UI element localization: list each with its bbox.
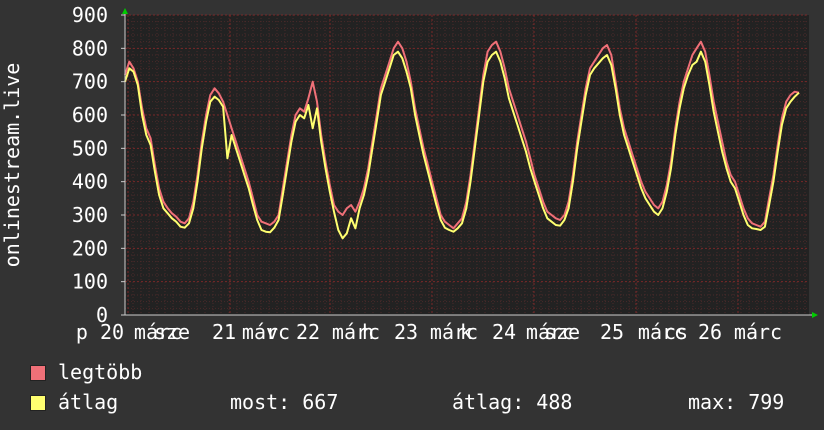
- x-tick-label: 25: [600, 320, 624, 344]
- y-tick-label: 400: [72, 170, 108, 194]
- x-tick-label: k: [460, 320, 472, 344]
- legend-swatch-avg: [30, 395, 46, 411]
- x-tick-label: 24: [492, 320, 516, 344]
- y-tick-label: 900: [72, 3, 108, 27]
- x-axis-arrow-icon: [812, 312, 818, 318]
- x-tick-label: márc: [734, 320, 782, 344]
- y-axis-arrow-icon: [122, 8, 128, 14]
- y-tick-label: 200: [72, 236, 108, 260]
- stat-avg: átlag: 488: [452, 390, 573, 414]
- x-axis-ticks: p 20 márcsze 21 márcv 22 márch 23 márck 24 márcsz…: [76, 320, 782, 344]
- legend-label-max: legtöbb: [58, 360, 143, 384]
- y-axis-ticks: 0100200300400500600700800900: [72, 3, 125, 327]
- y-tick-label: 800: [72, 36, 108, 60]
- x-tick-label: h: [362, 320, 374, 344]
- x-tick-label: v: [266, 320, 278, 344]
- x-tick-label: 21: [212, 320, 236, 344]
- x-tick-label: sze: [154, 320, 190, 344]
- y-axis-label: onlinestream.live: [0, 63, 24, 268]
- y-tick-label: 300: [72, 203, 108, 227]
- y-tick-label: 100: [72, 270, 108, 294]
- stat-now: most: 667: [230, 390, 339, 414]
- x-tick-label: 22: [296, 320, 320, 344]
- stat-max: max: 799: [688, 390, 785, 414]
- y-tick-label: 500: [72, 136, 108, 160]
- legend-label-avg: átlag: [58, 390, 119, 414]
- x-tick-label: p 20: [76, 320, 124, 344]
- y-tick-label: 700: [72, 70, 108, 94]
- x-tick-label: sze: [544, 320, 580, 344]
- x-tick-label: cs: [664, 320, 688, 344]
- legend-swatch-max: [30, 365, 46, 381]
- x-tick-label: 26: [698, 320, 722, 344]
- y-tick-label: 600: [72, 103, 108, 127]
- x-tick-label: 23: [394, 320, 418, 344]
